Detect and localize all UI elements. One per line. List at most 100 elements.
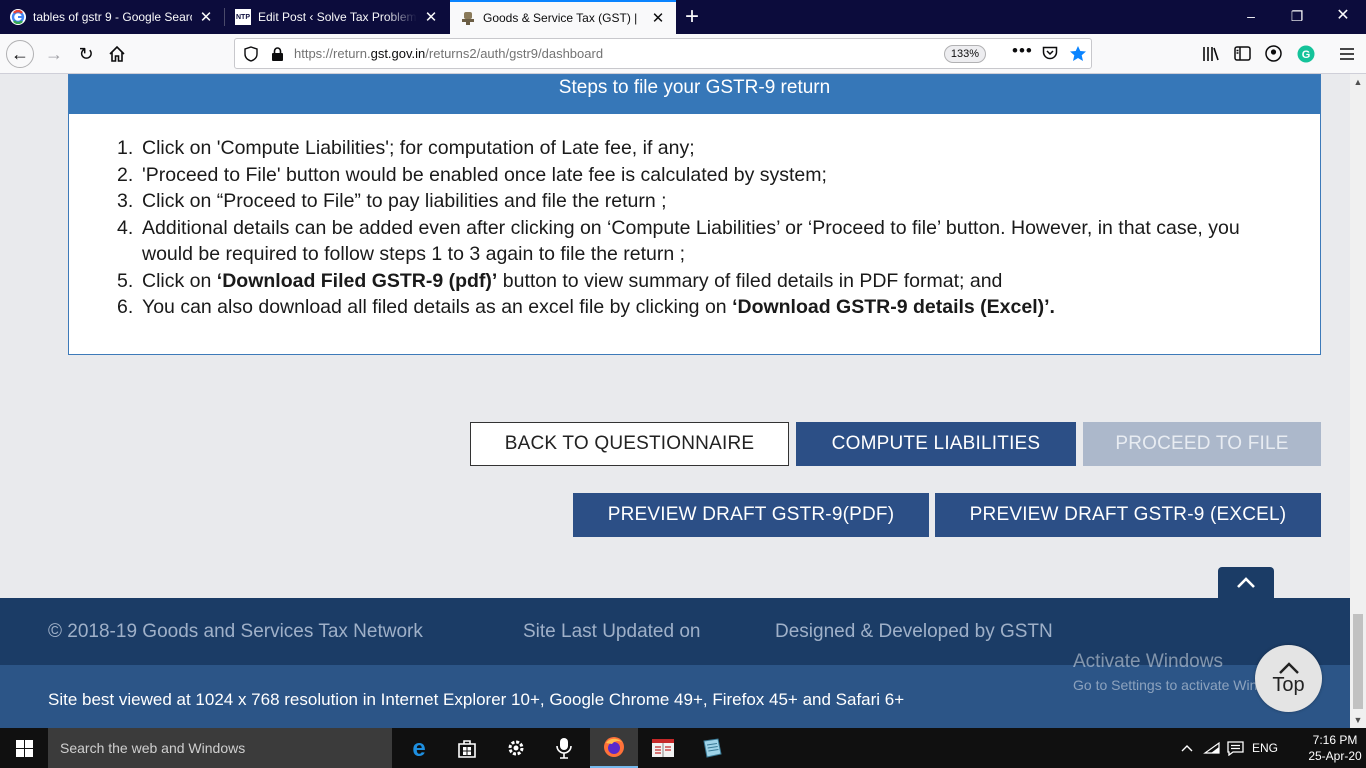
taskbar-firefox[interactable] (590, 728, 638, 768)
close-window-button[interactable]: ✕ (1320, 0, 1366, 34)
message-icon (1226, 740, 1244, 756)
preview-draft-pdf-button[interactable]: PREVIEW DRAFT GSTR-9(PDF) (573, 493, 929, 537)
network-status[interactable] (1201, 728, 1223, 768)
tab-title: Edit Post ‹ Solve Tax Problem — (258, 10, 417, 24)
taskbar-accounting-app[interactable] (639, 728, 687, 768)
back-button[interactable]: ← (6, 40, 34, 68)
tab-gst-portal[interactable]: Goods & Service Tax (GST) | ✕ (450, 0, 676, 34)
list-item: 6. You can also download all filed detail… (117, 294, 1267, 321)
chevron-up-icon (1237, 577, 1255, 588)
restore-button[interactable]: ❐ (1274, 0, 1320, 34)
library-icon[interactable] (1202, 46, 1220, 62)
gear-icon (508, 740, 524, 756)
page-scrollbar[interactable]: ▲ ▼ (1350, 74, 1366, 728)
steps-panel: Steps to file your GSTR-9 return 1. Click… (68, 74, 1321, 355)
microphone-icon (556, 738, 572, 759)
step-text-pre: You can also download all filed details … (142, 296, 733, 318)
home-icon (109, 45, 125, 62)
step-text-bold: ‘Download GSTR-9 details (Excel)’. (732, 296, 1055, 318)
reload-button[interactable]: ↻ (72, 40, 100, 68)
close-tab-icon[interactable]: ✕ (650, 9, 666, 27)
clock-time: 7:16 PM (1312, 733, 1358, 747)
step-text: Click on 'Compute Liabilities'; for comp… (142, 137, 695, 159)
input-language[interactable]: ENG (1248, 728, 1282, 768)
back-to-top-button[interactable]: Top (1255, 645, 1322, 712)
clock-date: 25-Apr-20 (1308, 749, 1362, 763)
google-icon (10, 9, 26, 25)
bookmark-star-icon[interactable] (1069, 45, 1087, 62)
url-bar[interactable]: https://return.gst.gov.in/returns2/auth/… (234, 38, 1092, 69)
step-number: 4. (117, 216, 134, 239)
step-number: 2. (117, 163, 134, 186)
tab-title: Goods & Service Tax (GST) | (483, 11, 638, 25)
footer-browser-note: Site best viewed at 1024 x 768 resolutio… (48, 690, 905, 709)
scroll-to-top-tab[interactable] (1218, 567, 1274, 599)
footer-designed-by: Designed & Developed by GSTN (775, 621, 1053, 642)
compute-liabilities-button[interactable]: COMPUTE LIABILITIES (796, 422, 1076, 466)
list-item: 4. Additional details can be added even a… (117, 215, 1267, 268)
step-number: 1. (117, 137, 134, 159)
new-tab-button[interactable]: + (680, 4, 704, 30)
pocket-icon[interactable] (1042, 46, 1058, 61)
edge-icon: e (412, 737, 425, 759)
shield-icon[interactable] (244, 46, 258, 62)
step-text: Click on “Proceed to File” to pay liabil… (142, 190, 667, 212)
close-tab-icon[interactable]: ✕ (423, 8, 439, 26)
step-text-post: button to view summary of filed details … (497, 269, 1003, 292)
url-text[interactable]: https://return.gst.gov.in/returns2/auth/… (294, 46, 603, 61)
wifi-icon (1203, 741, 1220, 754)
url-path: /returns2/auth/gstr9/dashboard (425, 46, 604, 61)
footer-last-updated: Site Last Updated on (523, 621, 701, 642)
step-text: 'Proceed to File' button would be enable… (142, 163, 827, 186)
list-item: 3. Click on “Proceed to File” to pay liab… (117, 188, 1267, 215)
chevron-up-icon (1181, 745, 1193, 752)
account-icon[interactable] (1265, 45, 1282, 62)
step-text: Additional details can be added even aft… (142, 216, 1240, 266)
list-item: 1. Click on 'Compute Liabilities'; for co… (117, 135, 1267, 162)
lock-icon[interactable] (271, 46, 284, 62)
svg-text:e: e (412, 737, 425, 759)
sidebar-icon[interactable] (1234, 46, 1251, 61)
close-tab-icon[interactable]: ✕ (198, 8, 214, 26)
minimize-button[interactable]: – (1228, 0, 1274, 34)
windows-logo-icon (15, 739, 33, 757)
tab-edit-post[interactable]: NTP Edit Post ‹ Solve Tax Problem — ✕ (225, 0, 449, 34)
footer-copyright: © 2018-19 Goods and Services Tax Network (48, 621, 423, 642)
grammarly-icon[interactable]: G (1297, 45, 1315, 63)
steps-list: 1. Click on 'Compute Liabilities'; for co… (117, 135, 1267, 321)
home-button[interactable] (103, 40, 131, 68)
taskbar-notes-app[interactable] (688, 728, 736, 768)
tab-google-search[interactable]: tables of gstr 9 - Google Search ✕ (0, 0, 224, 34)
scroll-up-arrow-icon[interactable]: ▲ (1350, 74, 1366, 90)
reload-icon: ↻ (78, 43, 94, 64)
step-number: 3. (117, 190, 134, 212)
taskbar-settings[interactable] (492, 728, 540, 768)
taskbar-voice-recorder[interactable] (541, 728, 589, 768)
preview-draft-excel-button[interactable]: PREVIEW DRAFT GSTR-9 (EXCEL) (935, 493, 1321, 537)
taskbar-search-input[interactable]: Search the web and Windows (48, 728, 392, 768)
forward-button[interactable]: → (40, 40, 68, 68)
taskbar-edge[interactable]: e (395, 728, 443, 768)
url-prefix: https://return. (294, 46, 371, 61)
page-actions-menu-icon[interactable]: ••• (1012, 41, 1033, 61)
zoom-level-badge[interactable]: 133% (944, 45, 986, 63)
scrollbar-thumb[interactable] (1353, 614, 1363, 709)
firefox-icon (604, 737, 624, 757)
step-text-bold: ‘Download Filed GSTR-9 (pdf)’ (216, 269, 498, 292)
step-number: 5. (117, 269, 134, 292)
hamburger-menu-icon[interactable] (1339, 47, 1355, 61)
notification-center[interactable] (1224, 728, 1246, 768)
taskbar-store[interactable] (443, 728, 491, 768)
scroll-down-arrow-icon[interactable]: ▼ (1350, 712, 1366, 728)
svg-text:G: G (1302, 49, 1311, 61)
system-clock[interactable]: 7:16 PM 25-Apr-20 (1306, 732, 1364, 764)
store-icon (458, 740, 476, 758)
arrow-right-icon: → (45, 43, 63, 64)
emblem-icon (460, 10, 476, 26)
back-to-questionnaire-button[interactable]: BACK TO QUESTIONNAIRE (470, 422, 789, 466)
show-hidden-icons[interactable] (1176, 728, 1198, 768)
navigation-toolbar: ← → ↻ https://return.gst.gov.in/returns2… (0, 34, 1366, 74)
chevron-up-icon (1278, 662, 1299, 674)
proceed-to-file-button[interactable]: PROCEED TO FILE (1083, 422, 1321, 466)
start-button[interactable] (0, 728, 48, 768)
